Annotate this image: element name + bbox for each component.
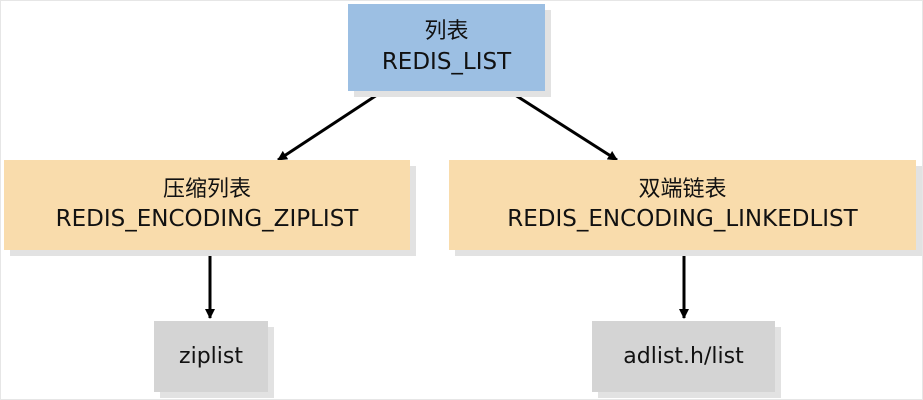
node-redis-list: 列表 REDIS_LIST (348, 4, 545, 91)
node-encoding-ziplist-title: 压缩列表 (162, 176, 251, 202)
node-impl-ziplist-label: ziplist (179, 344, 243, 369)
node-encoding-linkedlist-title: 双端链表 (638, 176, 727, 202)
node-encoding-ziplist: 压缩列表 REDIS_ENCODING_ZIPLIST (4, 160, 410, 250)
node-impl-ziplist: ziplist (154, 321, 268, 392)
edge-root-to-linkedlist (511, 91, 618, 162)
node-impl-adlist-label: adlist.h/list (623, 344, 744, 369)
node-encoding-linkedlist: 双端链表 REDIS_ENCODING_LINKEDLIST (449, 160, 916, 250)
node-impl-adlist: adlist.h/list (592, 321, 775, 392)
edge-root-to-ziplist (277, 91, 381, 162)
node-encoding-ziplist-name: REDIS_ENCODING_ZIPLIST (55, 206, 359, 233)
node-encoding-linkedlist-name: REDIS_ENCODING_LINKEDLIST (507, 206, 858, 233)
node-redis-list-title: 列表 (424, 19, 469, 45)
node-redis-list-name: REDIS_LIST (381, 48, 512, 75)
